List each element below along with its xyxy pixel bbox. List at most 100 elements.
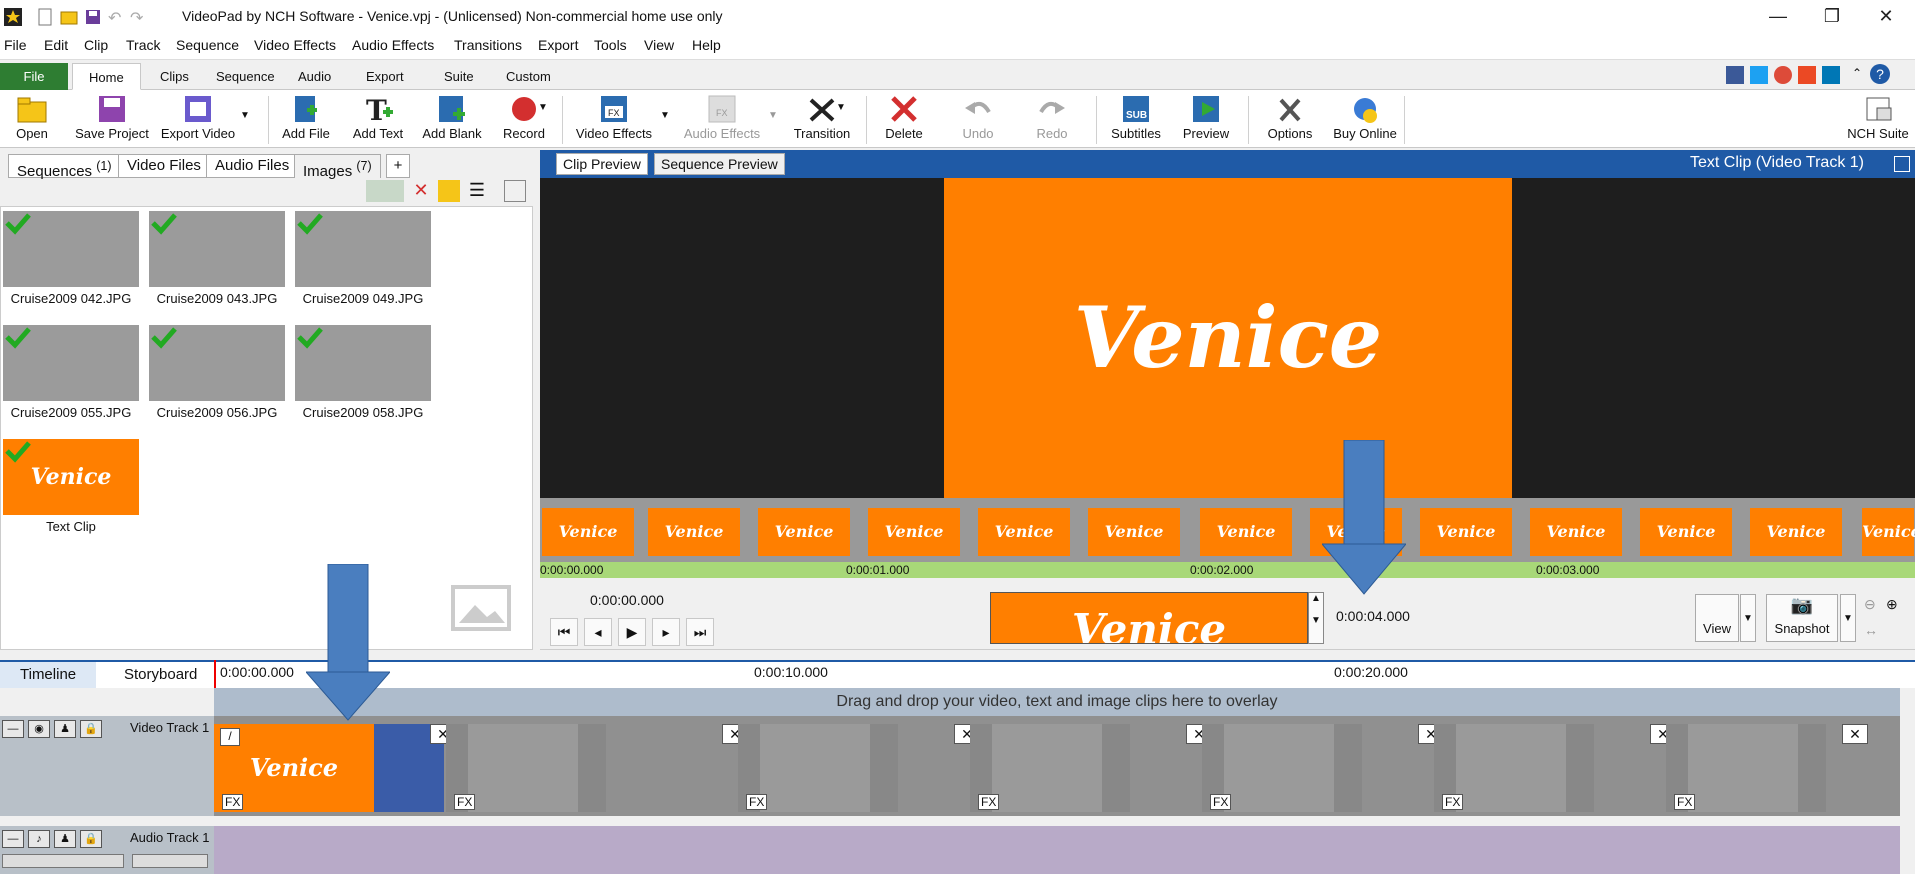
new-folder-icon[interactable] [438,180,460,202]
step-back-button[interactable]: ◂ [584,618,612,646]
transition-dropdown-icon[interactable]: ▼ [836,102,846,113]
options-button[interactable]: Options [1262,94,1318,146]
open-file-icon[interactable] [60,8,78,26]
tab-storyboard[interactable]: Storyboard [104,662,217,688]
minimize-button[interactable]: — [1758,4,1798,28]
media-thumb[interactable] [149,325,285,401]
speaker-icon[interactable]: ♪ [28,830,50,848]
playhead[interactable] [214,660,216,688]
timeline-ruler[interactable]: 0:00:00.000 0:00:10.000 0:00:20.000 [214,660,1900,688]
collapse-track-icon[interactable]: — [2,720,24,738]
go-start-button[interactable]: ⏮ [550,618,578,646]
zoom-out-icon[interactable]: ⊖ [1864,596,1876,613]
timeline-clip[interactable]: FX [970,724,1130,812]
tab-suite[interactable]: Suite [428,63,490,90]
preview-button[interactable]: Preview [1178,94,1234,146]
view-dropdown-icon[interactable]: ▼ [1740,594,1756,642]
menu-export[interactable]: Export [538,37,578,53]
menu-edit[interactable]: Edit [44,37,68,53]
timeline-clip[interactable]: FX [1434,724,1594,812]
timeline-clip[interactable]: FX [1666,724,1826,812]
media-thumb[interactable] [295,211,431,287]
stumbleupon-icon[interactable] [1798,66,1816,84]
eye-icon[interactable]: ◉ [28,720,50,738]
menu-tools[interactable]: Tools [594,37,627,53]
media-thumb[interactable] [295,325,431,401]
redo-button[interactable]: Redo [1028,94,1076,146]
tab-sequence[interactable]: Sequence [200,63,291,90]
fx-badge[interactable]: FX [746,794,768,810]
audio-effects-dropdown-icon[interactable]: ▼ [768,110,778,121]
video-effects-button[interactable]: FX Video Effects [572,94,656,146]
tab-file[interactable]: File [0,63,68,90]
view-button[interactable]: View [1695,594,1739,642]
lock-icon[interactable]: 🔒 [80,830,102,848]
transition-icon[interactable]: ✕ [1842,724,1868,744]
tab-sequences[interactable]: Sequences (1) [8,154,121,180]
audio-track[interactable] [214,826,1900,874]
text-clip-thumb[interactable]: Venice [3,439,139,515]
zoom-in-icon[interactable]: ⊕ [1886,596,1898,613]
save-icon[interactable] [84,8,102,26]
save-project-button[interactable]: Save Project [72,94,152,146]
collapse-track-icon[interactable]: — [2,830,24,848]
twitter-icon[interactable] [1750,66,1768,84]
menu-video-effects[interactable]: Video Effects [254,37,336,53]
timeline-clip[interactable]: FX [1202,724,1362,812]
tab-video-files[interactable]: Video Files [118,154,210,178]
thumbnail-scroll[interactable]: ▲ ▼ [1308,592,1324,644]
new-file-icon[interactable] [36,8,54,26]
menu-track[interactable]: Track [126,37,160,53]
tab-clips[interactable]: Clips [144,63,205,90]
timeline-clip[interactable]: FX [738,724,898,812]
delete-button[interactable]: Delete [878,94,930,146]
linkedin-icon[interactable] [1822,66,1840,84]
undo-icon[interactable]: ↶ [108,8,126,27]
tab-home[interactable]: Home [72,63,141,90]
export-video-button[interactable]: Export Video [158,94,238,146]
expand-panel-icon[interactable] [504,180,526,202]
tab-sequence-preview[interactable]: Sequence Preview [654,153,785,175]
tab-export[interactable]: Export [350,63,420,90]
video-track[interactable]: Venice FX / ✕ FX ✕ FX ✕ FX ✕ FX ✕ FX ✕ F… [214,716,1900,816]
add-text-button[interactable]: T Add Text [348,94,408,146]
menu-sequence[interactable]: Sequence [176,37,239,53]
menu-clip[interactable]: Clip [84,37,108,53]
add-blank-button[interactable]: Add Blank [420,94,484,146]
media-thumb[interactable] [3,325,139,401]
pan-slider[interactable] [132,854,208,868]
import-icon[interactable] [366,180,404,202]
snapshot-dropdown-icon[interactable]: ▼ [1840,594,1856,642]
nch-suite-button[interactable]: NCH Suite [1842,94,1914,146]
tab-audio-files[interactable]: Audio Files [206,154,299,178]
video-effects-dropdown-icon[interactable]: ▼ [660,110,670,121]
media-thumb[interactable] [149,211,285,287]
menu-help[interactable]: Help [692,37,721,53]
fade-icon[interactable]: / [220,728,240,746]
audio-effects-button[interactable]: FX Audio Effects [680,94,764,146]
snapshot-button[interactable]: 📷 Snapshot [1766,594,1838,642]
add-bin-button[interactable]: + [386,154,410,178]
buy-online-button[interactable]: Buy Online [1330,94,1400,146]
volume-slider[interactable] [2,854,124,868]
remove-icon[interactable]: ✕ [410,180,432,202]
clip-thumbnail-strip[interactable]: Venice [990,592,1308,644]
menu-transitions[interactable]: Transitions [454,37,522,53]
add-file-button[interactable]: Add File [278,94,334,146]
record-dropdown-icon[interactable]: ▼ [538,102,548,113]
fx-badge[interactable]: FX [1442,794,1464,810]
tab-audio[interactable]: Audio [282,63,347,90]
play-button[interactable]: ▶ [618,618,646,646]
media-thumb[interactable] [3,211,139,287]
fx-badge[interactable]: FX [978,794,1000,810]
fx-badge[interactable]: FX [1210,794,1232,810]
open-button[interactable]: Open [10,94,54,146]
tab-custom[interactable]: Custom [490,63,567,90]
menu-view[interactable]: View [644,37,674,53]
fx-badge[interactable]: FX [222,794,244,810]
people-icon[interactable]: ♟ [54,830,76,848]
lock-icon[interactable]: 🔒 [80,720,102,738]
go-end-button[interactable]: ⏭ [686,618,714,646]
people-icon[interactable]: ♟ [54,720,76,738]
restore-button[interactable]: ❐ [1812,4,1852,28]
